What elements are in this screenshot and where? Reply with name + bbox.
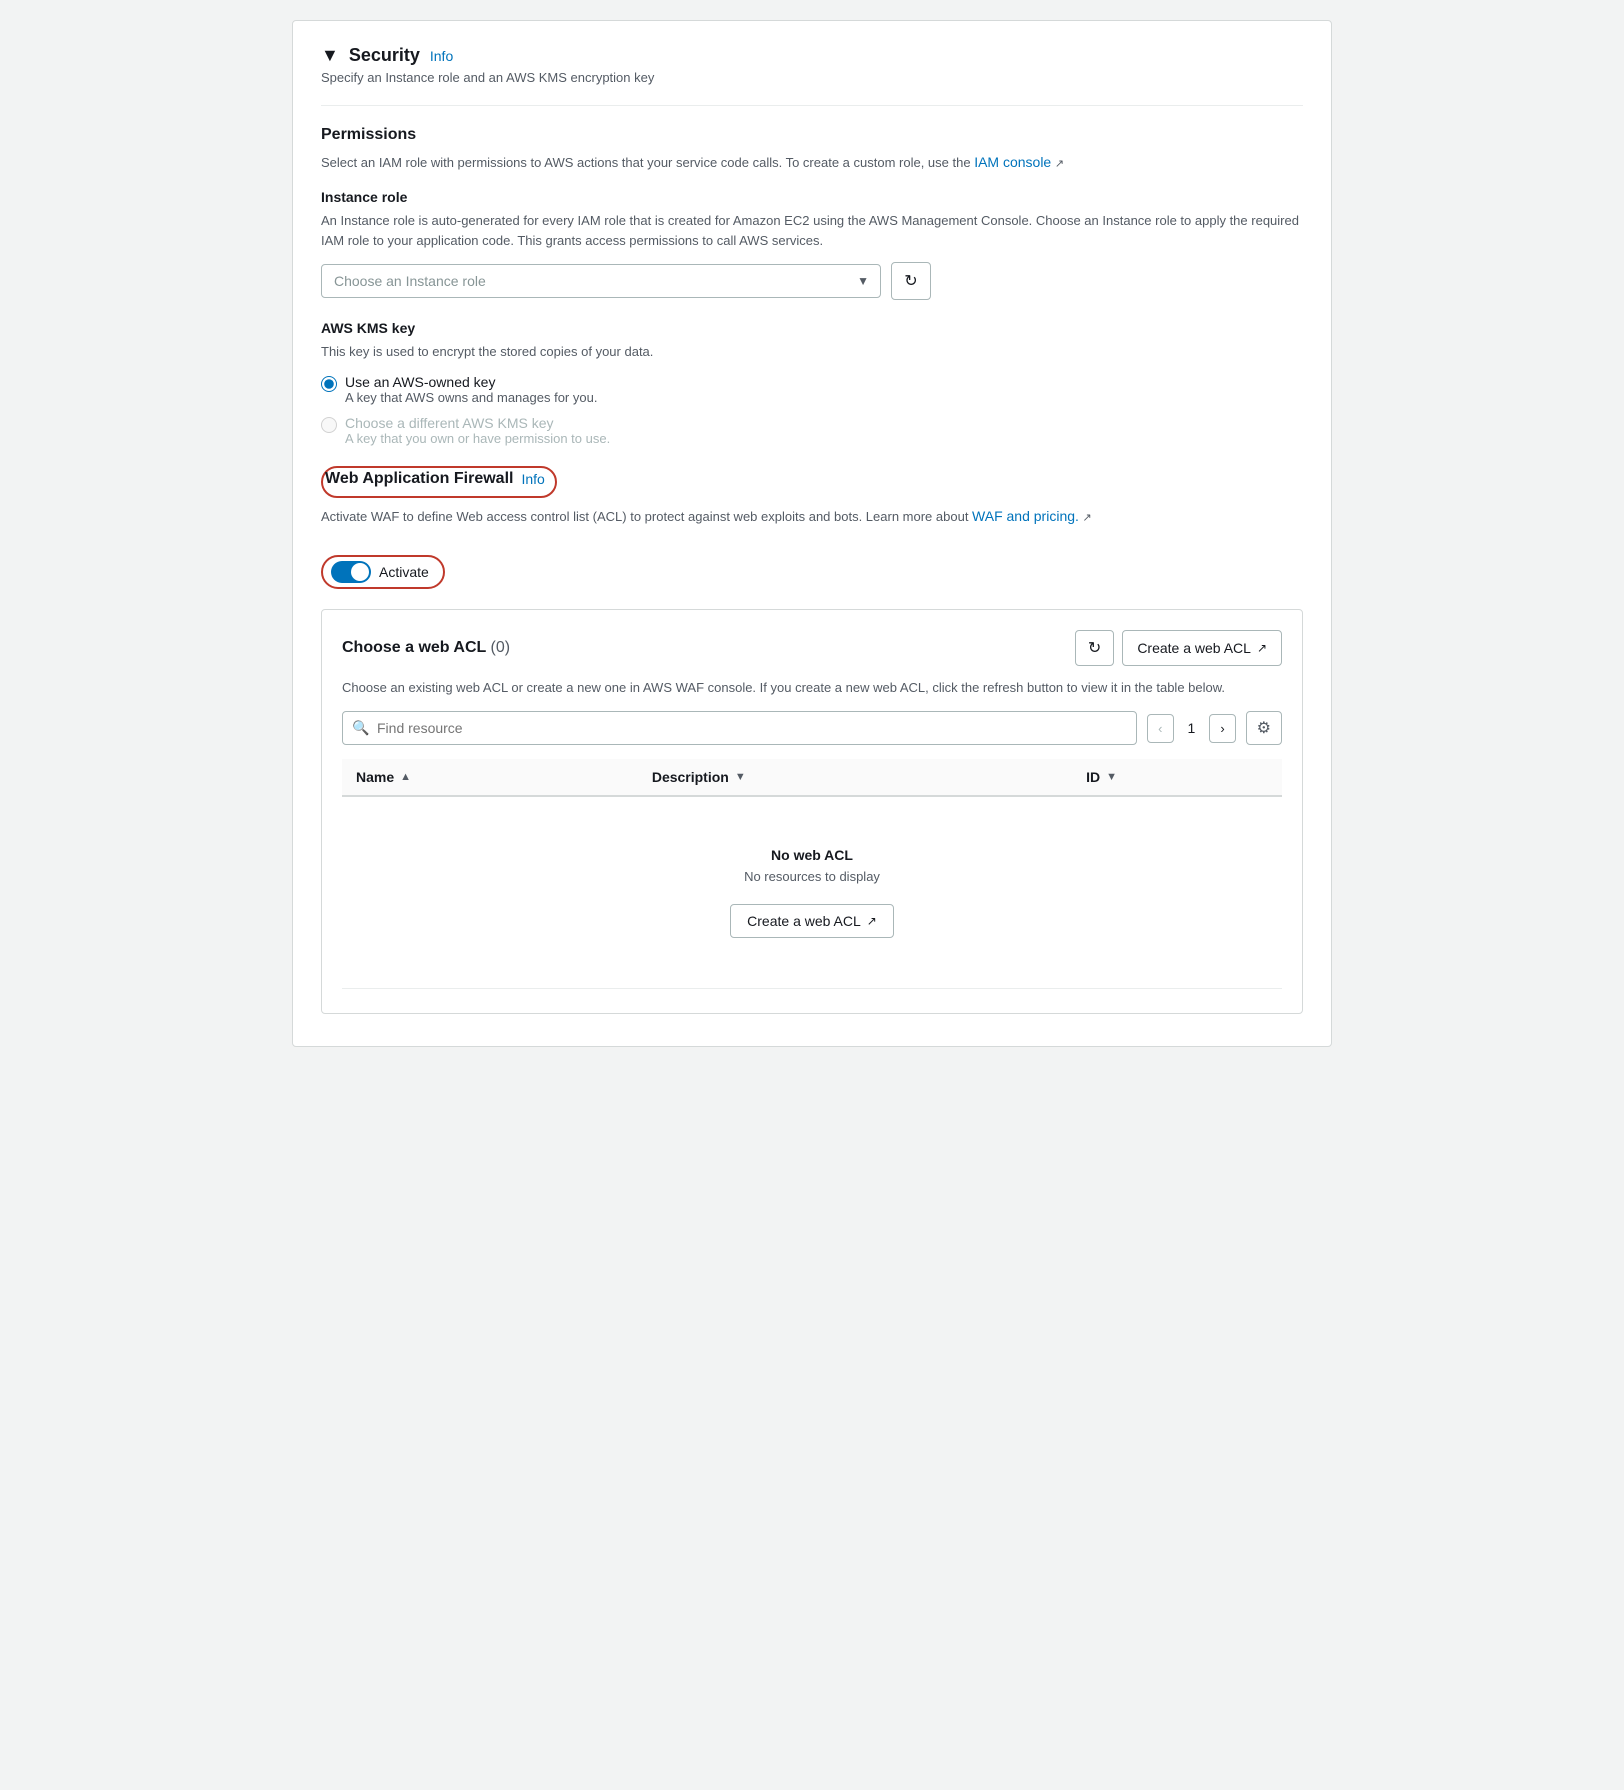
waf-title: Web Application Firewall Info	[325, 470, 545, 488]
refresh-icon: ↻	[904, 271, 917, 291]
pagination-next-button[interactable]: ›	[1209, 714, 1235, 743]
web-acl-table-head: Name ▲ Description ▼	[342, 759, 1282, 796]
web-acl-table-body: No web ACL No resources to display Creat…	[342, 796, 1282, 989]
pagination-controls: ‹ 1 ›	[1147, 714, 1235, 743]
instance-role-refresh-button[interactable]: ↻	[891, 262, 931, 300]
waf-desc-text: Activate WAF to define Web access contro…	[321, 509, 972, 524]
instance-role-row: Choose an Instance role // populate opti…	[321, 262, 1303, 300]
kms-key-description: This key is used to encrypt the stored c…	[321, 342, 1303, 362]
divider-1	[321, 105, 1303, 106]
web-acl-header: Choose a web ACL (0) ↻ Create a web ACL …	[342, 630, 1282, 666]
kms-option-different-key-text: Choose a different AWS KMS key A key tha…	[345, 415, 610, 446]
col-name-header: Name ▲	[356, 769, 624, 785]
web-acl-title-text: Choose a web ACL	[342, 639, 486, 656]
web-acl-title: Choose a web ACL (0)	[342, 639, 510, 656]
create-web-acl-empty-label: Create a web ACL	[747, 913, 861, 929]
instance-role-dropdown-wrapper: Choose an Instance role // populate opti…	[321, 264, 881, 298]
web-acl-actions: ↻ Create a web ACL ↗	[1075, 630, 1282, 666]
permissions-section: Permissions Select an IAM role with perm…	[321, 126, 1303, 1014]
instance-role-description: An Instance role is auto-generated for e…	[321, 211, 1303, 250]
waf-toggle-switch[interactable]	[331, 561, 371, 583]
table-col-id: ID ▼	[1072, 759, 1282, 796]
permissions-title: Permissions	[321, 126, 1303, 144]
kms-radio-group: Use an AWS-owned key A key that AWS owns…	[321, 374, 1303, 446]
security-title-text: Security	[349, 45, 420, 66]
web-acl-refresh-button[interactable]: ↻	[1075, 630, 1114, 666]
security-subtitle: Specify an Instance role and an AWS KMS …	[321, 70, 1303, 85]
waf-highlight-border: Web Application Firewall Info	[321, 466, 557, 498]
security-section-title: ▼ Security Info	[321, 45, 453, 66]
kms-option-aws-owned: Use an AWS-owned key A key that AWS owns…	[321, 374, 1303, 405]
search-pagination-row: 🔍 ‹ 1 › ⚙	[342, 711, 1282, 745]
waf-info-link[interactable]: Info	[521, 471, 544, 487]
col-desc-sort-icon[interactable]: ▼	[735, 771, 746, 783]
table-col-name: Name ▲	[342, 759, 638, 796]
waf-section: Web Application Firewall Info Activate W…	[321, 466, 1303, 589]
external-link-icon: ↗	[1055, 158, 1064, 170]
empty-subtitle: No resources to display	[376, 869, 1248, 884]
waf-activate-highlight: Activate	[321, 543, 445, 589]
pagination-current-page: 1	[1178, 714, 1206, 742]
web-acl-table-container: Name ▲ Description ▼	[342, 759, 1282, 989]
search-wrapper: 🔍	[342, 711, 1137, 745]
kms-aws-owned-desc: A key that AWS owns and manages for you.	[345, 390, 597, 405]
kms-different-key-label: Choose a different AWS KMS key	[345, 415, 610, 431]
col-desc-header: Description ▼	[652, 769, 1058, 785]
col-id-sort-icon[interactable]: ▼	[1106, 771, 1117, 783]
empty-state: No web ACL No resources to display Creat…	[356, 807, 1268, 978]
permissions-description: Select an IAM role with permissions to A…	[321, 152, 1303, 173]
table-header-row: Name ▲ Description ▼	[342, 759, 1282, 796]
security-info-link[interactable]: Info	[430, 48, 453, 64]
col-id-label: ID	[1086, 769, 1100, 785]
main-card: ▼ Security Info Specify an Instance role…	[292, 20, 1332, 1047]
table-settings-button[interactable]: ⚙	[1246, 711, 1282, 745]
search-icon: 🔍	[352, 720, 369, 737]
web-acl-description: Choose an existing web ACL or create a n…	[342, 678, 1282, 698]
col-name-label: Name	[356, 769, 394, 785]
instance-role-label: Instance role	[321, 189, 1303, 205]
waf-external-link-icon: ↗	[1083, 512, 1092, 524]
waf-toggle-knob	[351, 563, 369, 581]
kms-radio-aws-owned[interactable]	[321, 376, 337, 392]
create-web-acl-button-top[interactable]: Create a web ACL ↗	[1122, 630, 1282, 666]
create-web-acl-empty-ext-icon: ↗	[867, 914, 877, 928]
col-name-sort-asc-icon[interactable]: ▲	[400, 771, 411, 783]
web-acl-refresh-icon: ↻	[1088, 638, 1101, 658]
empty-state-cell: No web ACL No resources to display Creat…	[342, 796, 1282, 989]
kms-option-aws-owned-text: Use an AWS-owned key A key that AWS owns…	[345, 374, 597, 405]
empty-state-row: No web ACL No resources to display Creat…	[342, 796, 1282, 989]
waf-description: Activate WAF to define Web access contro…	[321, 506, 1303, 527]
kms-different-key-desc: A key that you own or have permission to…	[345, 431, 610, 446]
kms-option-different-key: Choose a different AWS KMS key A key tha…	[321, 415, 1303, 446]
web-acl-count: (0)	[490, 639, 510, 656]
waf-pricing-link[interactable]: WAF and pricing.	[972, 508, 1079, 524]
collapse-icon[interactable]: ▼	[321, 45, 339, 66]
waf-activate-label: Activate	[379, 564, 429, 580]
col-id-header: ID ▼	[1086, 769, 1268, 785]
create-web-acl-top-ext-icon: ↗	[1257, 641, 1267, 655]
kms-key-label: AWS KMS key	[321, 320, 1303, 336]
col-desc-label: Description	[652, 769, 729, 785]
create-web-acl-top-label: Create a web ACL	[1137, 640, 1251, 656]
iam-console-link[interactable]: IAM console	[974, 154, 1051, 170]
empty-title: No web ACL	[376, 847, 1248, 863]
find-resource-input[interactable]	[342, 711, 1137, 745]
web-acl-table: Name ▲ Description ▼	[342, 759, 1282, 989]
security-section-header: ▼ Security Info	[321, 45, 1303, 66]
waf-activate-toggle-container[interactable]: Activate	[321, 555, 445, 589]
kms-aws-owned-label: Use an AWS-owned key	[345, 374, 597, 390]
kms-radio-different-key[interactable]	[321, 417, 337, 433]
create-web-acl-button-empty[interactable]: Create a web ACL ↗	[730, 904, 894, 938]
web-acl-title-group: Choose a web ACL (0)	[342, 639, 510, 657]
waf-title-highlight: Web Application Firewall Info	[321, 466, 557, 498]
web-acl-card: Choose a web ACL (0) ↻ Create a web ACL …	[321, 609, 1303, 1015]
pagination-prev-button[interactable]: ‹	[1147, 714, 1173, 743]
instance-role-select[interactable]: Choose an Instance role	[321, 264, 881, 298]
settings-icon: ⚙	[1257, 720, 1271, 737]
waf-title-text: Web Application Firewall	[325, 470, 513, 488]
table-col-description: Description ▼	[638, 759, 1072, 796]
